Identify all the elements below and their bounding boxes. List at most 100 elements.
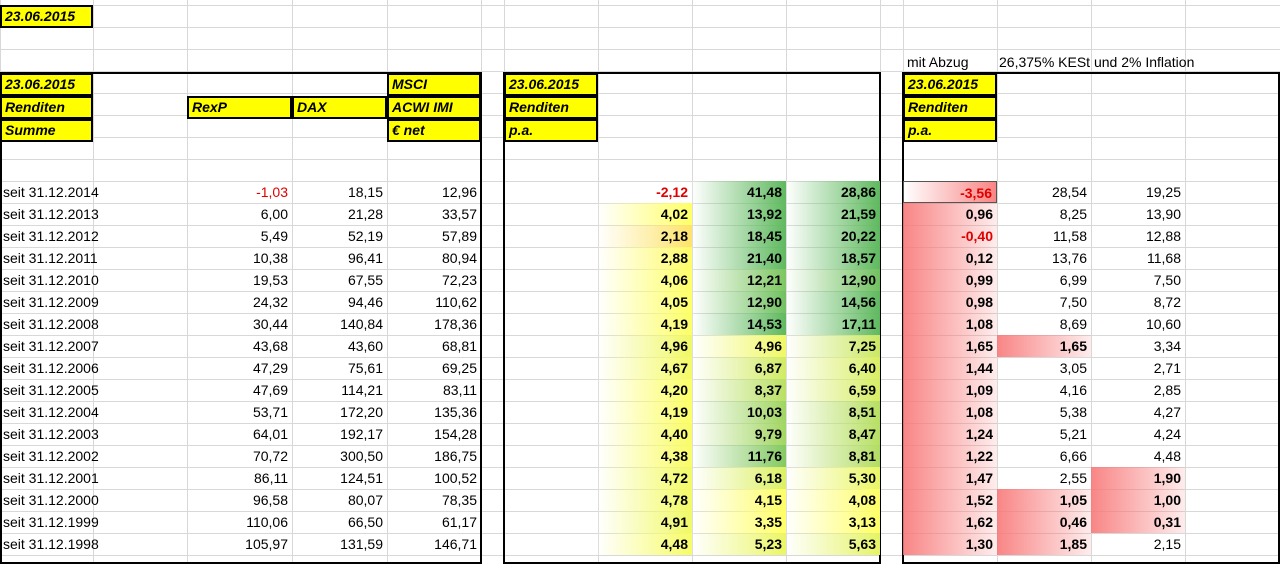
pa-value[interactable]: 6,59 <box>786 379 880 401</box>
abzug-value[interactable]: -3,56 <box>903 181 997 203</box>
summe-value[interactable]: 94,46 <box>292 291 387 313</box>
abzug-value[interactable]: 4,16 <box>997 379 1091 401</box>
pa-value[interactable]: 4,20 <box>598 379 692 401</box>
abzug-value[interactable]: 8,25 <box>997 203 1091 225</box>
row-label[interactable]: seit 31.12.2011 <box>0 247 187 269</box>
summe-value[interactable]: 69,25 <box>387 357 481 379</box>
pa-value[interactable]: 6,18 <box>692 467 786 489</box>
row-label[interactable]: seit 31.12.2006 <box>0 357 187 379</box>
abzug-value[interactable]: 7,50 <box>997 291 1091 313</box>
abzug-value[interactable]: 1,47 <box>903 467 997 489</box>
row-label[interactable]: seit 31.12.2003 <box>0 423 187 445</box>
summe-value[interactable]: 5,49 <box>187 225 292 247</box>
pa-value[interactable]: 12,90 <box>692 291 786 313</box>
row-label[interactable]: seit 31.12.2014 <box>0 181 187 203</box>
abzug-value[interactable]: 1,65 <box>903 335 997 357</box>
pa-value[interactable]: 2,88 <box>598 247 692 269</box>
abzug-value[interactable]: 3,34 <box>1091 335 1185 357</box>
summe-value[interactable]: 83,11 <box>387 379 481 401</box>
summe-value[interactable]: 10,38 <box>187 247 292 269</box>
pa-value[interactable]: 21,40 <box>692 247 786 269</box>
row-label[interactable]: seit 31.12.2000 <box>0 489 187 511</box>
pa-value[interactable]: 3,35 <box>692 511 786 533</box>
s1-renditen[interactable]: Renditen <box>0 96 93 119</box>
abzug-value[interactable]: 4,48 <box>1091 445 1185 467</box>
s1-date[interactable]: 23.06.2015 <box>0 73 93 96</box>
summe-value[interactable]: 66,50 <box>292 511 387 533</box>
pa-value[interactable]: 17,11 <box>786 313 880 335</box>
pa-value[interactable]: 4,08 <box>786 489 880 511</box>
summe-value[interactable]: 47,29 <box>187 357 292 379</box>
abzug-value[interactable]: 8,72 <box>1091 291 1185 313</box>
abzug-value[interactable]: 1,00 <box>1091 489 1185 511</box>
abzug-value[interactable]: 8,69 <box>997 313 1091 335</box>
pa-value[interactable]: 8,51 <box>786 401 880 423</box>
abzug-value[interactable]: 0,31 <box>1091 511 1185 533</box>
summe-value[interactable]: 64,01 <box>187 423 292 445</box>
abzug-value[interactable]: 13,90 <box>1091 203 1185 225</box>
summe-value[interactable]: 12,96 <box>387 181 481 203</box>
summe-value[interactable]: 72,23 <box>387 269 481 291</box>
abzug-value[interactable]: 2,85 <box>1091 379 1185 401</box>
row-label[interactable]: seit 31.12.2013 <box>0 203 187 225</box>
summe-value[interactable]: 80,07 <box>292 489 387 511</box>
summe-value[interactable]: 110,06 <box>187 511 292 533</box>
summe-value[interactable]: 75,61 <box>292 357 387 379</box>
summe-value[interactable]: 6,00 <box>187 203 292 225</box>
abzug-value[interactable]: 7,50 <box>1091 269 1185 291</box>
abzug-value[interactable]: 1,05 <box>997 489 1091 511</box>
summe-value[interactable]: 96,41 <box>292 247 387 269</box>
pa-value[interactable]: 18,45 <box>692 225 786 247</box>
abzug-value[interactable]: 0,98 <box>903 291 997 313</box>
row-label[interactable]: seit 31.12.2004 <box>0 401 187 423</box>
row-label[interactable]: seit 31.12.2005 <box>0 379 187 401</box>
summe-value[interactable]: 19,53 <box>187 269 292 291</box>
pa-value[interactable]: 4,40 <box>598 423 692 445</box>
summe-value[interactable]: -1,03 <box>187 181 292 203</box>
abzug-value[interactable]: 5,21 <box>997 423 1091 445</box>
note-kest-inflation[interactable]: 26,375% KESt und 2% Inflation <box>999 51 1194 73</box>
pa-value[interactable]: 41,48 <box>692 181 786 203</box>
summe-value[interactable]: 186,75 <box>387 445 481 467</box>
summe-value[interactable]: 172,20 <box>292 401 387 423</box>
abzug-value[interactable]: 2,71 <box>1091 357 1185 379</box>
summe-value[interactable]: 43,60 <box>292 335 387 357</box>
pa-value[interactable]: 4,19 <box>598 401 692 423</box>
pa-value[interactable]: 4,67 <box>598 357 692 379</box>
summe-value[interactable]: 53,71 <box>187 401 292 423</box>
pa-value[interactable]: 4,96 <box>598 335 692 357</box>
row-label[interactable]: seit 31.12.2007 <box>0 335 187 357</box>
summe-value[interactable]: 110,62 <box>387 291 481 313</box>
summe-value[interactable]: 124,51 <box>292 467 387 489</box>
summe-value[interactable]: 68,81 <box>387 335 481 357</box>
pa-value[interactable]: 3,13 <box>786 511 880 533</box>
s3-pa[interactable]: p.a. <box>903 119 997 142</box>
pa-value[interactable]: 28,86 <box>786 181 880 203</box>
s1-rexp[interactable]: RexP <box>187 96 292 119</box>
pa-value[interactable]: 4,19 <box>598 313 692 335</box>
abzug-value[interactable]: 2,55 <box>997 467 1091 489</box>
row-label[interactable]: seit 31.12.2012 <box>0 225 187 247</box>
summe-value[interactable]: 43,68 <box>187 335 292 357</box>
summe-value[interactable]: 78,35 <box>387 489 481 511</box>
abzug-value[interactable]: 5,38 <box>997 401 1091 423</box>
s2-pa[interactable]: p.a. <box>504 119 598 142</box>
s1-dax[interactable]: DAX <box>292 96 387 119</box>
summe-value[interactable]: 47,69 <box>187 379 292 401</box>
summe-value[interactable]: 192,17 <box>292 423 387 445</box>
abzug-value[interactable]: 3,05 <box>997 357 1091 379</box>
pa-value[interactable]: 4,05 <box>598 291 692 313</box>
summe-value[interactable]: 18,15 <box>292 181 387 203</box>
abzug-value[interactable]: 1,08 <box>903 401 997 423</box>
pa-value[interactable]: 4,02 <box>598 203 692 225</box>
summe-value[interactable]: 105,97 <box>187 533 292 555</box>
abzug-value[interactable]: 2,15 <box>1091 533 1185 555</box>
note-mit-abzug[interactable]: mit Abzug <box>907 51 968 73</box>
abzug-value[interactable]: 0,46 <box>997 511 1091 533</box>
s3-date[interactable]: 23.06.2015 <box>903 73 997 96</box>
abzug-value[interactable]: 10,60 <box>1091 313 1185 335</box>
abzug-value[interactable]: 1,09 <box>903 379 997 401</box>
pa-value[interactable]: 10,03 <box>692 401 786 423</box>
abzug-value[interactable]: 1,24 <box>903 423 997 445</box>
abzug-value[interactable]: 1,90 <box>1091 467 1185 489</box>
